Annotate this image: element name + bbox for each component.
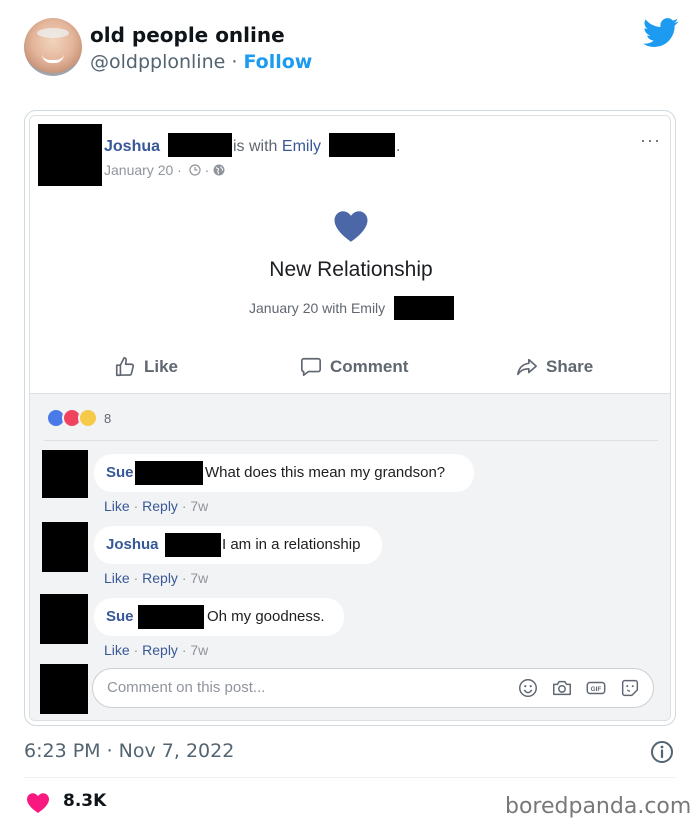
comment-age: 7w — [190, 642, 209, 658]
reaction-count: 8 — [104, 410, 112, 426]
comment-bubble: Sue Oh my goodness. — [94, 598, 344, 636]
camera-icon[interactable] — [551, 677, 573, 699]
post-meta: January 20 · · — [104, 162, 225, 178]
comment-text: Oh my goodness. — [207, 608, 325, 625]
globe-icon — [213, 164, 225, 176]
wow-reaction-icon — [78, 408, 98, 428]
post-with-line: is with Emily — [233, 138, 321, 156]
user-handle[interactable]: @oldpplonline — [90, 51, 225, 73]
user-handle-row: @oldpplonline · Follow — [90, 51, 312, 73]
tagged-name[interactable]: Emily — [282, 138, 321, 155]
like-count: 8.3K — [63, 791, 107, 811]
comment-text: I am in a relationship — [222, 536, 361, 553]
comment-bubble: Joshua I am in a relationship — [94, 526, 382, 564]
user-display-name[interactable]: old people online — [90, 23, 285, 47]
commenter-avatar-redacted — [42, 522, 88, 572]
comment-reply-link[interactable]: Reply — [142, 498, 178, 514]
commenter-avatar-redacted — [40, 594, 88, 644]
clock-icon — [189, 164, 201, 176]
post-options-button[interactable]: ··· — [640, 130, 661, 151]
commenter-avatar-redacted — [42, 450, 88, 498]
thumbs-up-icon — [115, 357, 135, 377]
comment-text: What does this mean my grandson? — [205, 464, 446, 481]
author-avatar-redacted — [38, 124, 102, 186]
comment-input[interactable]: Comment on this post... GIF — [92, 668, 654, 708]
comment-button[interactable]: Comment — [300, 356, 408, 378]
comment-bubble: Sue What does this mean my grandson? — [94, 454, 474, 492]
comment-actions: Like · Reply · 7w — [104, 642, 209, 658]
commenter-surname-redacted — [165, 533, 221, 557]
life-event-title: New Relationship — [269, 258, 433, 281]
commenter-surname-redacted — [135, 461, 203, 485]
emoji-icon[interactable] — [517, 677, 539, 699]
sticker-icon[interactable] — [619, 677, 641, 699]
follow-button[interactable]: Follow — [243, 51, 312, 73]
comment-reply-link[interactable]: Reply — [142, 642, 178, 658]
like-button[interactable]: Like — [114, 356, 178, 378]
tagged-surname-redacted — [329, 133, 395, 157]
comments-section: 8 Sue What does this mean my grandson? L… — [30, 394, 670, 720]
handle-separator: · — [231, 51, 238, 73]
with-text: is with — [233, 138, 278, 155]
comment-actions: Like · Reply · 7w — [104, 498, 209, 514]
share-icon — [517, 358, 537, 376]
twitter-bird-icon[interactable] — [643, 18, 679, 48]
comment-age: 7w — [190, 498, 209, 514]
commenter-name[interactable]: Sue — [106, 608, 134, 625]
tweet-timestamp[interactable]: 6:23 PM · Nov 7, 2022 — [24, 740, 234, 762]
share-button[interactable]: Share — [516, 356, 593, 378]
info-icon[interactable] — [650, 740, 674, 764]
like-label: Like — [144, 357, 179, 376]
embedded-screenshot[interactable]: Joshua is with Emily . January 20 · · ··… — [24, 110, 676, 726]
source-watermark: boredpanda.com — [505, 794, 692, 819]
footer-divider — [24, 777, 676, 778]
comment-placeholder: Comment on this post... — [107, 679, 266, 696]
comment-like-link[interactable]: Like — [104, 498, 130, 514]
comment-icon — [301, 357, 321, 377]
comment-reply-link[interactable]: Reply — [142, 570, 178, 586]
commenter-surname-redacted — [138, 605, 204, 629]
post-action-bar: Like Comment Share — [30, 344, 670, 394]
commenter-name[interactable]: Sue — [106, 464, 134, 481]
post-author[interactable]: Joshua — [104, 138, 160, 156]
like-heart-icon[interactable] — [26, 792, 50, 814]
comments-divider — [44, 440, 658, 441]
comment-input-tools: GIF — [517, 677, 641, 699]
comment-like-link[interactable]: Like — [104, 642, 130, 658]
life-event-subtitle: January 20 with Emily — [249, 300, 386, 316]
user-avatar[interactable] — [24, 18, 82, 76]
post-date[interactable]: January 20 · — [104, 162, 182, 178]
gif-icon[interactable]: GIF — [585, 677, 607, 699]
with-line-period: . — [396, 138, 401, 155]
comment-label: Comment — [330, 357, 409, 376]
comment-like-link[interactable]: Like — [104, 570, 130, 586]
comment-actions: Like · Reply · 7w — [104, 570, 209, 586]
share-label: Share — [546, 357, 594, 376]
commenter-name[interactable]: Joshua — [106, 536, 159, 553]
reactions-summary[interactable]: 8 — [46, 408, 111, 428]
author-surname-redacted — [168, 133, 232, 157]
svg-text:GIF: GIF — [591, 686, 602, 693]
heart-icon — [334, 211, 368, 242]
facebook-post: Joshua is with Emily . January 20 · · ··… — [29, 115, 671, 721]
viewer-avatar-redacted — [40, 664, 88, 714]
comment-age: 7w — [190, 570, 209, 586]
event-surname-redacted — [394, 296, 454, 320]
